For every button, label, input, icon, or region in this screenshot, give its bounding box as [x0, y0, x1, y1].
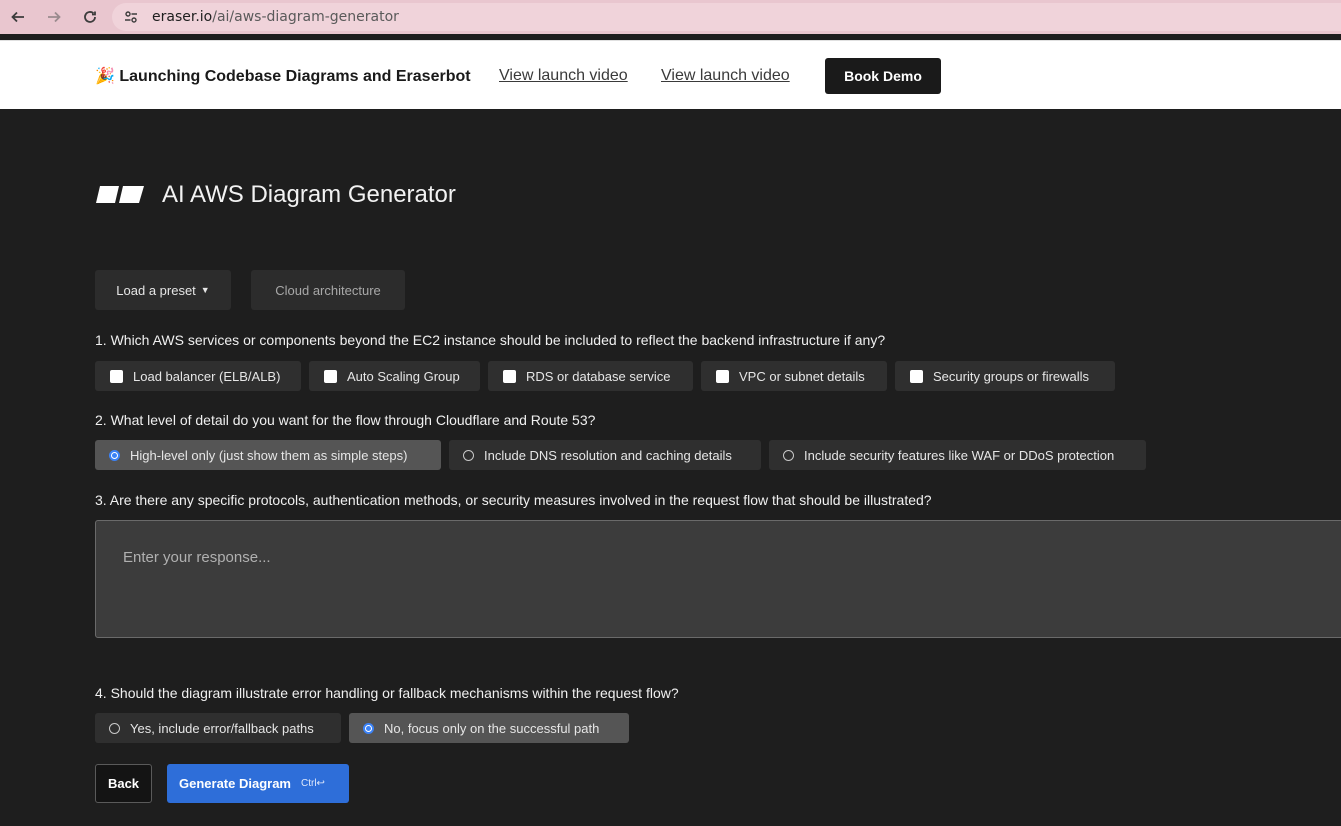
checkbox-icon[interactable]: [910, 369, 923, 383]
option-label: RDS or database service: [526, 368, 671, 384]
option-label: Security groups or firewalls: [933, 368, 1090, 384]
option-label: No, focus only on the successful path: [384, 720, 600, 736]
option-rds-database[interactable]: RDS or database service: [488, 361, 693, 391]
option-security-features[interactable]: Include security features like WAF or DD…: [769, 440, 1146, 470]
view-launch-video-link-2[interactable]: View launch video: [661, 67, 790, 85]
question-4: 4. Should the diagram illustrate error h…: [95, 685, 679, 701]
option-label: Include DNS resolution and caching detai…: [484, 447, 732, 463]
announcement-bar: 🎉 Launching Codebase Diagrams and Eraser…: [0, 40, 1341, 109]
book-demo-button[interactable]: Book Demo: [825, 58, 941, 94]
option-load-balancer[interactable]: Load balancer (ELB/ALB): [95, 361, 301, 391]
party-emoji-icon: 🎉: [95, 68, 115, 85]
load-preset-dropdown[interactable]: Load a preset ▼: [95, 270, 231, 310]
option-label: High-level only (just show them as simpl…: [130, 447, 408, 463]
checkbox-icon[interactable]: [324, 369, 337, 383]
checkbox-icon[interactable]: [716, 369, 729, 383]
caret-down-icon: ▼: [200, 285, 210, 295]
announcement-label: Launching Codebase Diagrams and Eraserbo…: [119, 68, 471, 85]
site-settings-icon[interactable]: [120, 6, 142, 28]
reload-icon[interactable]: [72, 0, 108, 34]
announcement-text: 🎉 Launching Codebase Diagrams and Eraser…: [95, 66, 471, 86]
option-label: Load balancer (ELB/ALB): [133, 368, 281, 384]
address-bar[interactable]: eraser.io/ai/aws-diagram-generator: [112, 3, 1341, 31]
option-include-error-paths[interactable]: Yes, include error/fallback paths: [95, 713, 341, 743]
url-path: /ai/aws-diagram-generator: [212, 9, 399, 25]
question-1: 1. Which AWS services or components beyo…: [95, 332, 886, 348]
radio-icon[interactable]: [109, 722, 120, 734]
radio-icon[interactable]: [783, 449, 794, 461]
option-security-groups[interactable]: Security groups or firewalls: [895, 361, 1115, 391]
option-successful-path-only[interactable]: No, focus only on the successful path: [349, 713, 629, 743]
option-label: VPC or subnet details: [739, 368, 865, 384]
checkbox-icon[interactable]: [503, 369, 516, 383]
browser-toolbar: eraser.io/ai/aws-diagram-generator: [0, 0, 1341, 34]
back-button[interactable]: Back: [95, 764, 152, 803]
option-label: Yes, include error/fallback paths: [130, 720, 314, 736]
radio-selected-icon[interactable]: [109, 449, 120, 461]
generate-diagram-button[interactable]: Generate Diagram Ctrl↩: [167, 764, 349, 803]
option-label: Auto Scaling Group: [347, 368, 460, 384]
radio-icon[interactable]: [463, 449, 474, 461]
option-high-level-only[interactable]: High-level only (just show them as simpl…: [95, 440, 441, 470]
checkbox-icon[interactable]: [110, 369, 123, 383]
keyboard-shortcut-hint: Ctrl↩: [301, 778, 325, 789]
generate-diagram-label: Generate Diagram: [179, 776, 291, 791]
option-label: Include security features like WAF or DD…: [804, 447, 1115, 463]
radio-selected-icon[interactable]: [363, 722, 374, 734]
option-dns-caching-details[interactable]: Include DNS resolution and caching detai…: [449, 440, 761, 470]
question-3: 3. Are there any specific protocols, aut…: [95, 492, 932, 508]
load-preset-label: Load a preset: [116, 282, 196, 298]
response-textarea[interactable]: [95, 520, 1341, 638]
question-2: 2. What level of detail do you want for …: [95, 412, 596, 428]
page-title: AI AWS Diagram Generator: [162, 181, 456, 208]
option-auto-scaling-group[interactable]: Auto Scaling Group: [309, 361, 480, 391]
back-arrow-icon[interactable]: [0, 0, 36, 34]
eraser-logo-icon: [96, 186, 144, 203]
url-domain: eraser.io: [152, 9, 213, 25]
url-text: eraser.io/ai/aws-diagram-generator: [152, 9, 399, 25]
option-vpc-subnet[interactable]: VPC or subnet details: [701, 361, 887, 391]
forward-arrow-icon[interactable]: [36, 0, 72, 34]
view-launch-video-link[interactable]: View launch video: [499, 67, 628, 85]
preset-cloud-architecture[interactable]: Cloud architecture: [251, 270, 405, 310]
